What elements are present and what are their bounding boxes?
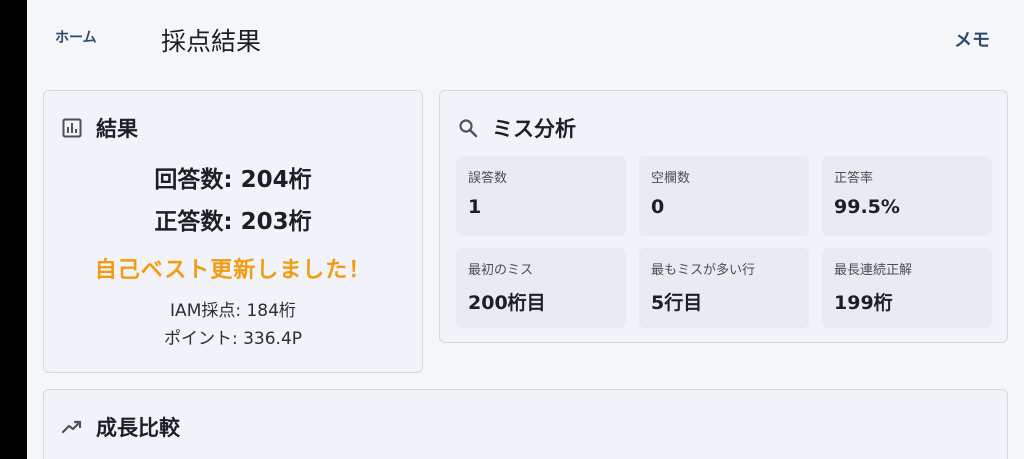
miss-analysis-title: ミス分析 — [492, 117, 576, 141]
stat-value: 0 — [651, 196, 665, 218]
header: ホーム 採点結果 メモ — [27, 0, 1024, 78]
points: ポイント: 336.4P — [163, 329, 303, 349]
stat-label: 空欄数 — [651, 171, 691, 186]
result-card-title: 結果 — [96, 117, 138, 141]
correct-count: 正答数: 203桁 — [154, 209, 312, 235]
stat-label: 誤答数 — [468, 171, 508, 186]
stat-wrong-count: 誤答数 1 — [456, 156, 626, 236]
result-body: 回答数: 204桁 正答数: 203桁 自己ベスト更新しました！ IAM採点: … — [44, 159, 422, 353]
stat-value: 200桁目 — [468, 292, 546, 314]
growth-card-title: 成長比較 — [96, 416, 180, 440]
left-edge-bar — [0, 0, 27, 459]
search-icon — [458, 118, 478, 138]
stat-first-miss: 最初のミス 200桁目 — [456, 248, 626, 328]
stat-most-miss-row: 最もミスが多い行 5行目 — [639, 248, 809, 328]
miss-analysis-header: ミス分析 — [458, 113, 576, 143]
trending-up-icon — [62, 417, 82, 437]
app: ホーム 採点結果 メモ 結果 回答数: 204桁 正答数: 203桁 自己ベスト… — [27, 0, 1024, 459]
growth-card: 成長比較 — [43, 389, 1008, 459]
stat-value: 199桁 — [834, 292, 893, 314]
personal-best-message: 自己ベスト更新しました！ — [94, 258, 372, 283]
home-link[interactable]: ホーム — [55, 27, 97, 47]
iam-score: IAM採点: 184桁 — [170, 301, 296, 321]
stat-accuracy: 正答率 99.5% — [822, 156, 992, 236]
stat-value: 5行目 — [651, 292, 703, 314]
stat-blank-count: 空欄数 0 — [639, 156, 809, 236]
stat-label: 正答率 — [834, 171, 874, 186]
screen: ホーム 採点結果 メモ 結果 回答数: 204桁 正答数: 203桁 自己ベスト… — [0, 0, 1024, 459]
miss-analysis-card: ミス分析 誤答数 1 空欄数 0 正答率 99.5% 最初のミス 200桁目 最… — [439, 90, 1008, 343]
stat-value: 1 — [468, 196, 482, 218]
bar-chart-icon — [62, 118, 82, 138]
stat-value: 99.5% — [834, 196, 900, 218]
stat-label: 最長連続正解 — [834, 263, 913, 278]
page-title: 採点結果 — [161, 27, 262, 56]
result-card-header: 結果 — [62, 113, 138, 143]
answered-count: 回答数: 204桁 — [154, 167, 312, 193]
stat-longest-streak: 最長連続正解 199桁 — [822, 248, 992, 328]
memo-link[interactable]: メモ — [954, 26, 990, 52]
growth-card-header: 成長比較 — [62, 412, 180, 442]
miss-stats-grid: 誤答数 1 空欄数 0 正答率 99.5% 最初のミス 200桁目 最もミスが多… — [456, 156, 993, 328]
result-card: 結果 回答数: 204桁 正答数: 203桁 自己ベスト更新しました！ IAM採… — [43, 90, 423, 373]
stat-label: 最初のミス — [468, 263, 534, 278]
stat-label: 最もミスが多い行 — [651, 263, 756, 278]
